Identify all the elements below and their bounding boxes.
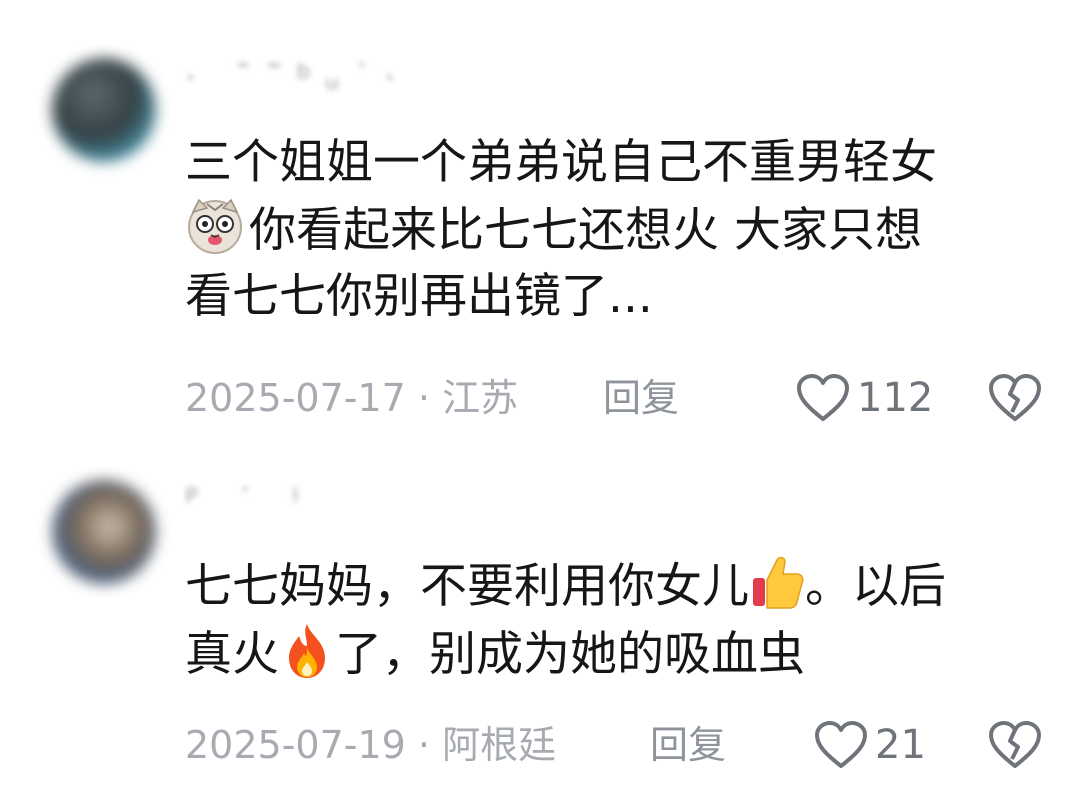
comment-text-line: 三个姐姐一个弟弟说自己不重男轻女 — [185, 135, 937, 190]
comment-text-line: 你看起来比七七还想火 大家只想 — [249, 203, 922, 258]
comment-text: 三个姐姐一个弟弟说自己不重男轻女 你看起来比七七还想火 大家只想 看七七你别再出… — [185, 130, 1045, 330]
reply-button[interactable]: 回复 — [650, 715, 726, 775]
comment-meta: 2025-07-17 · 江苏 回复 112 — [185, 368, 1080, 428]
meta-separator: · — [405, 723, 443, 767]
comment-item-2: ᴾ ˙ ˡ 七七妈妈，不要利用你女儿 。以后 真火 了，别成为她的吸血虫 202… — [0, 440, 1080, 795]
comment-text: 七七妈妈，不要利用你女儿 。以后 真火 了，别成为她的吸血虫 — [185, 552, 1045, 688]
username[interactable]: · ˉ˜ᵇᵤ˙· — [185, 58, 425, 98]
broken-heart-icon[interactable] — [987, 719, 1043, 771]
comment-item-1: · ˉ˜ᵇᵤ˙· 三个姐姐一个弟弟说自己不重男轻女 你看起来比七七还想火 大家只… — [0, 0, 1080, 440]
comment-text-line: 了，别成为她的吸血虫 — [335, 627, 805, 682]
fire-icon — [289, 624, 325, 678]
heart-icon — [797, 374, 849, 421]
meta-separator: · — [405, 376, 443, 420]
avatar[interactable] — [52, 58, 156, 162]
like-button[interactable]: 21 — [813, 715, 926, 775]
comment-date: 2025-07-19 — [185, 723, 406, 767]
like-count: 21 — [875, 722, 926, 768]
broken-heart-icon[interactable] — [987, 372, 1043, 424]
reply-button[interactable]: 回复 — [603, 368, 679, 428]
comment-text-line: 。以后 — [805, 559, 946, 614]
avatar[interactable] — [52, 480, 156, 584]
comment-text-line: 七七妈妈，不要利用你女儿 — [185, 559, 749, 614]
comment-meta: 2025-07-19 · 阿根廷 回复 21 — [185, 715, 1080, 775]
cat-face-icon — [188, 198, 242, 254]
like-button[interactable]: 112 — [795, 368, 933, 428]
comment-location: 阿根廷 — [442, 723, 557, 767]
comment-text-line: 真火 — [185, 627, 279, 682]
username[interactable]: ᴾ ˙ ˡ — [185, 482, 425, 522]
heart-icon — [815, 721, 867, 768]
like-count: 112 — [857, 375, 934, 421]
comment-text-line: 看七七你别再出镜了... — [185, 269, 653, 324]
thumbs-up-icon — [753, 556, 804, 609]
comment-date: 2025-07-17 — [185, 376, 406, 420]
comment-location: 江苏 — [442, 376, 519, 420]
